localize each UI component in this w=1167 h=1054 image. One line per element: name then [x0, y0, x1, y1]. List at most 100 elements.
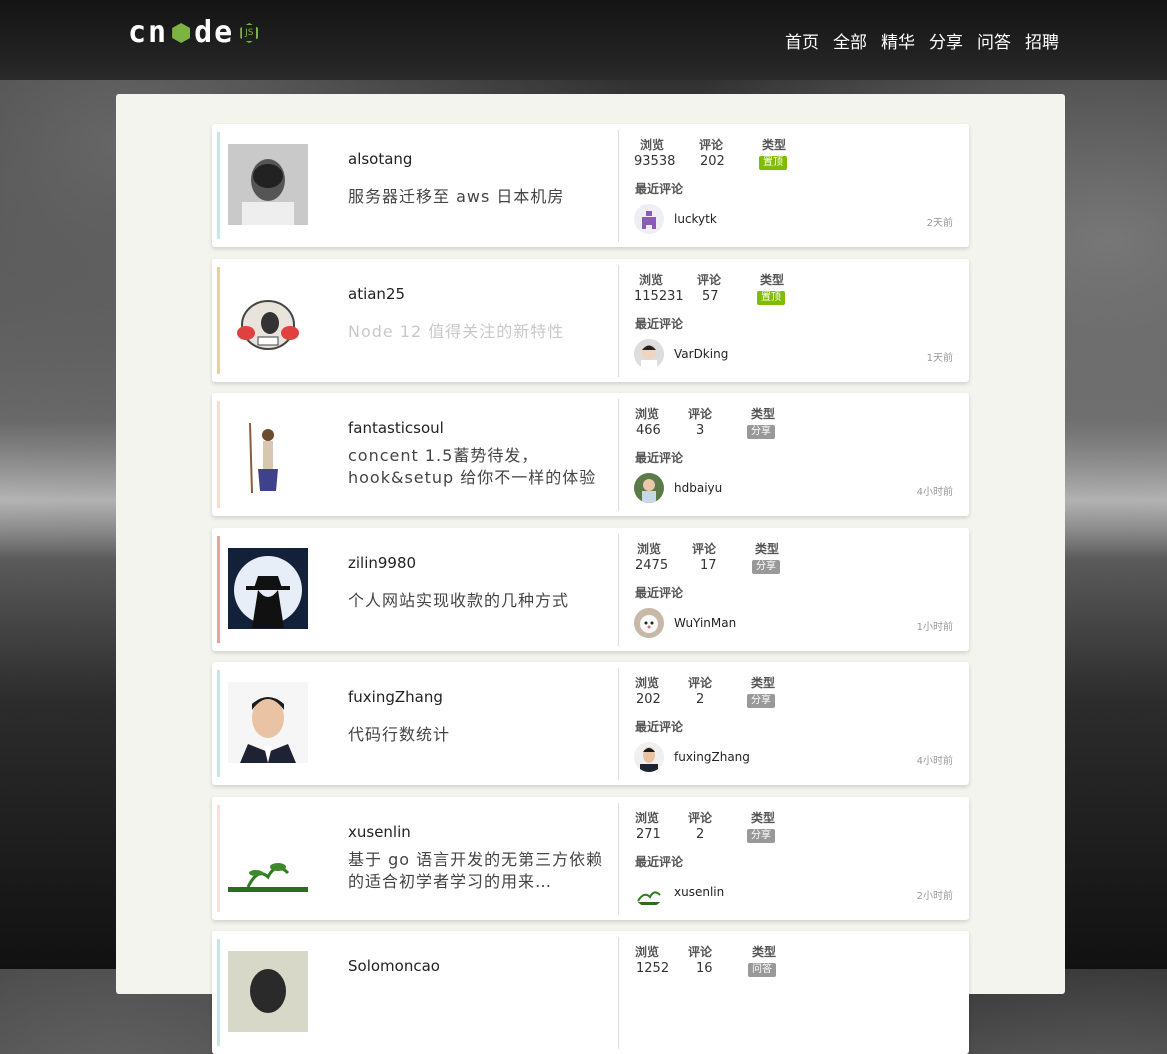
- card-stripe: [217, 267, 220, 374]
- top-navbar: cn de JS 首页 全部 精华 分享 问答 招聘: [0, 0, 1167, 80]
- views-label: 浏览: [637, 542, 662, 556]
- divider: [618, 803, 619, 915]
- recent-user-name[interactable]: hdbaiyu: [674, 481, 722, 495]
- nav-ask[interactable]: 问答: [977, 28, 1011, 53]
- author-avatar[interactable]: [228, 279, 308, 360]
- card-stripe: [217, 939, 220, 1046]
- author-avatar[interactable]: [228, 951, 308, 1032]
- author-name[interactable]: zilin9980: [348, 554, 416, 572]
- topic-card[interactable]: fuxingZhang 代码行数统计 浏览 评论 类型 202 2 分享 最近评…: [212, 662, 969, 785]
- replies-label: 评论: [688, 945, 713, 959]
- views-count: 2475: [635, 558, 669, 573]
- recent-user-avatar[interactable]: [634, 608, 664, 638]
- divider: [618, 937, 619, 1049]
- type-label: 类型: [762, 138, 787, 152]
- recent-user-avatar[interactable]: [634, 204, 664, 234]
- author-name[interactable]: alsotang: [348, 150, 412, 168]
- recent-user-name[interactable]: luckytk: [674, 212, 717, 226]
- recent-time: 2小时前: [916, 891, 953, 902]
- divider: [618, 668, 619, 780]
- author-name[interactable]: fuxingZhang: [348, 688, 443, 706]
- topic-card[interactable]: atian25 Node 12 值得关注的新特性 浏览 评论 类型 115231…: [212, 259, 969, 382]
- views-count: 115231: [634, 289, 684, 304]
- author-name[interactable]: fantasticsoul: [348, 419, 444, 437]
- replies-label: 评论: [699, 138, 724, 152]
- views-label: 浏览: [639, 273, 664, 287]
- topic-title[interactable]: 个人网站实现收款的几种方式: [348, 590, 614, 612]
- divider: [618, 534, 619, 646]
- card-stripe: [217, 805, 220, 912]
- author-name[interactable]: xusenlin: [348, 823, 411, 841]
- topic-card[interactable]: xusenlin 基于 go 语言开发的无第三方依赖的适合初学者学习的用来… 浏…: [212, 797, 969, 920]
- type-badge: 分享: [747, 694, 775, 708]
- views-count: 202: [636, 692, 661, 707]
- type-label: 类型: [755, 542, 780, 556]
- type-badge: 分享: [747, 829, 775, 843]
- type-badge: 问答: [748, 963, 776, 977]
- replies-label: 评论: [688, 407, 713, 421]
- author-name[interactable]: atian25: [348, 285, 405, 303]
- recent-user-avatar[interactable]: [634, 877, 664, 907]
- recent-user-avatar[interactable]: [634, 473, 664, 503]
- recent-user-avatar[interactable]: [634, 742, 664, 772]
- recent-user-name[interactable]: fuxingZhang: [674, 750, 750, 764]
- type-label: 类型: [752, 945, 777, 959]
- nav-home[interactable]: 首页: [785, 28, 819, 53]
- topic-title[interactable]: 基于 go 语言开发的无第三方依赖的适合初学者学习的用来…: [348, 849, 614, 893]
- type-label: 类型: [751, 407, 776, 421]
- views-label: 浏览: [635, 811, 660, 825]
- type-badge: 置顶: [759, 156, 787, 170]
- author-avatar[interactable]: [228, 548, 308, 629]
- card-stripe: [217, 670, 220, 777]
- main-nav: 首页 全部 精华 分享 问答 招聘: [785, 28, 1059, 53]
- views-label: 浏览: [635, 945, 660, 959]
- topic-card[interactable]: Solomoncao 浏览 评论 类型 1252 16 问答: [212, 931, 969, 1054]
- topic-title[interactable]: 服务器迁移至 aws 日本机房: [348, 186, 614, 208]
- type-label: 类型: [760, 273, 785, 287]
- recent-time: 4小时前: [916, 756, 953, 767]
- divider: [618, 265, 619, 377]
- topic-card[interactable]: zilin9980 个人网站实现收款的几种方式 浏览 评论 类型 2475 17…: [212, 528, 969, 651]
- recent-user-name[interactable]: VarDking: [674, 347, 728, 361]
- logo-text-left: cn: [128, 15, 169, 50]
- cnode-logo[interactable]: cn de JS: [128, 15, 259, 50]
- topic-title[interactable]: Node 12 值得关注的新特性: [348, 321, 614, 343]
- type-badge: 置顶: [757, 291, 785, 305]
- views-count: 271: [636, 827, 661, 842]
- replies-label: 评论: [688, 811, 713, 825]
- replies-count: 2: [696, 692, 705, 707]
- type-label: 类型: [751, 676, 776, 690]
- nav-all[interactable]: 全部: [833, 28, 867, 53]
- author-avatar[interactable]: [228, 413, 308, 494]
- card-stripe: [217, 536, 220, 643]
- topic-card[interactable]: fantasticsoul concent 1.5蓄势待发， hook&setu…: [212, 393, 969, 516]
- author-avatar[interactable]: [228, 682, 308, 763]
- nav-job[interactable]: 招聘: [1025, 28, 1059, 53]
- topic-title[interactable]: 代码行数统计: [348, 724, 614, 746]
- recent-user-avatar[interactable]: [634, 339, 664, 369]
- recent-reply-label: 最近评论: [635, 720, 684, 734]
- replies-label: 评论: [697, 273, 722, 287]
- topic-card[interactable]: alsotang 服务器迁移至 aws 日本机房 浏览 评论 类型 93538 …: [212, 124, 969, 247]
- recent-reply-label: 最近评论: [635, 451, 684, 465]
- divider: [618, 130, 619, 242]
- replies-count: 2: [696, 827, 705, 842]
- replies-label: 评论: [688, 676, 713, 690]
- author-name[interactable]: Solomoncao: [348, 957, 440, 975]
- replies-count: 17: [700, 558, 717, 573]
- nav-share[interactable]: 分享: [929, 28, 963, 53]
- author-avatar[interactable]: [228, 817, 308, 898]
- recent-user-name[interactable]: WuYinMan: [674, 616, 736, 630]
- views-count: 93538: [634, 154, 676, 169]
- topic-title[interactable]: concent 1.5蓄势待发， hook&setup 给你不一样的体验: [348, 445, 614, 489]
- replies-count: 3: [696, 423, 705, 438]
- views-label: 浏览: [635, 676, 660, 690]
- recent-time: 1天前: [926, 353, 953, 364]
- recent-user-name[interactable]: xusenlin: [674, 885, 724, 899]
- views-label: 浏览: [640, 138, 665, 152]
- recent-reply-label: 最近评论: [635, 855, 684, 869]
- author-avatar[interactable]: [228, 144, 308, 225]
- nav-good[interactable]: 精华: [881, 28, 915, 53]
- type-badge: 分享: [752, 560, 780, 574]
- views-label: 浏览: [635, 407, 660, 421]
